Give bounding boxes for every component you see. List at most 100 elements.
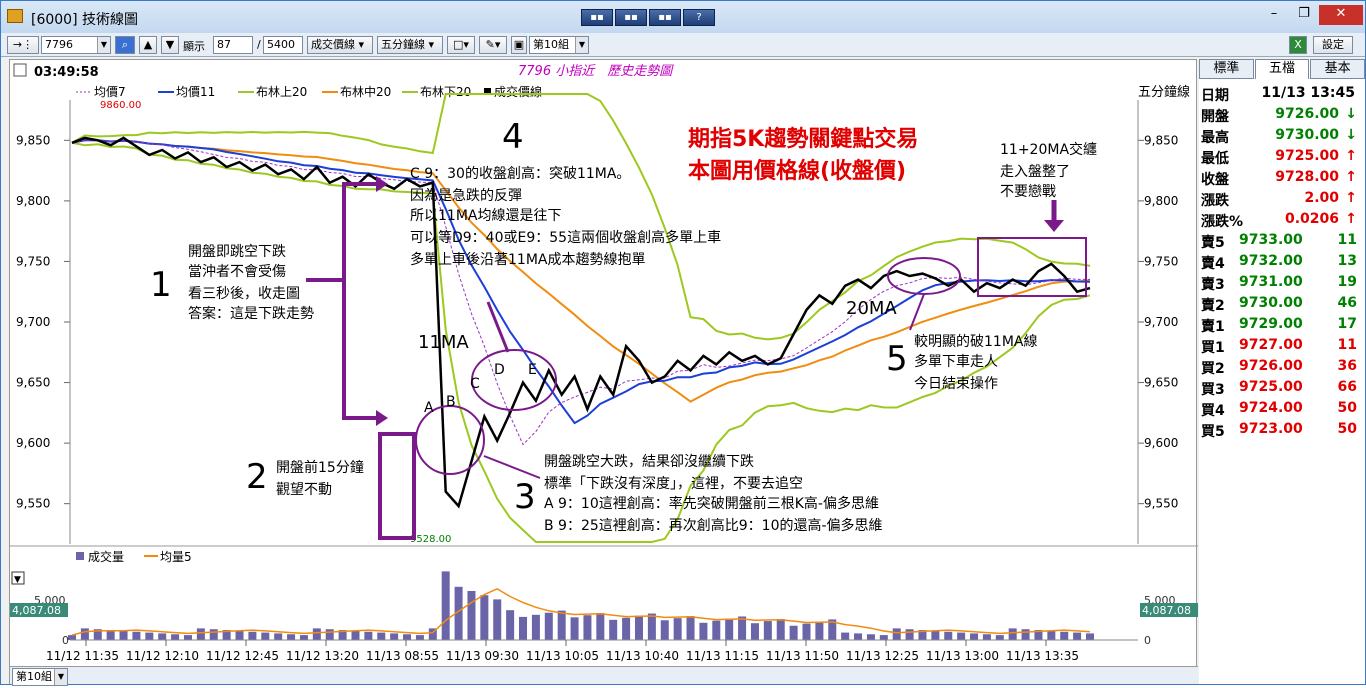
annotation-4-line-3: 所以11MA均線還是往下 <box>410 208 561 224</box>
tab-five-levels[interactable]: 五檔 <box>1254 59 1310 79</box>
order-book-row[interactable]: 賣1 9729.00 17 <box>1201 314 1361 335</box>
series-boll-upper <box>71 93 1091 341</box>
search-icon[interactable]: ⌕ <box>115 36 135 54</box>
excel-icon[interactable]: X <box>1289 36 1307 54</box>
down-arrow-icon[interactable]: ▼ <box>161 36 179 54</box>
arrow-icon: ↓ <box>1345 106 1357 122</box>
maximize-icon[interactable]: ❐ <box>1289 5 1319 25</box>
arrow-icon: ↑ <box>1345 211 1357 227</box>
book-price: 9732.00 <box>1239 253 1303 269</box>
layout-button-3[interactable]: ▪▪ <box>649 9 681 26</box>
save-icon[interactable]: ▣ <box>511 36 527 54</box>
tab-standard[interactable]: 標準 <box>1199 59 1254 79</box>
order-book-row[interactable]: 買2 9726.00 36 <box>1201 356 1361 377</box>
tab-basic[interactable]: 基本 <box>1310 59 1366 79</box>
volume-bar <box>686 616 695 640</box>
legend-ma7: 均價7 <box>94 85 126 99</box>
quote-value: 0.0206 <box>1284 211 1339 227</box>
period-label: 五分鐘線 <box>1138 84 1190 100</box>
order-book-row[interactable]: 賣2 9730.00 46 <box>1201 293 1361 314</box>
display-from-input[interactable]: 87 <box>213 36 253 54</box>
y-tick-label: 9,600 <box>1144 436 1178 450</box>
pen-tool-icon[interactable]: ✎▾ <box>479 36 507 54</box>
annotation-number-1: 1 <box>150 265 172 305</box>
layout-button-1[interactable]: ▪▪ <box>581 9 613 26</box>
chevron-down-icon: ▼ <box>575 37 588 53</box>
y-tick-label: 9,550 <box>16 497 50 511</box>
book-qty: 36 <box>1337 358 1357 374</box>
link-arrow-icon[interactable]: →⋮ <box>7 36 39 54</box>
arrow-icon: ↓ <box>1345 127 1357 143</box>
quote-table: 日期 11/13 13:45 開盤 9726.00 ↓ 最高 9730.00 ↓ 最低 972… <box>1201 83 1361 440</box>
ma20-label: 20MA <box>846 298 897 319</box>
annotation-letter-c: C <box>470 376 480 392</box>
volume-bar <box>235 630 244 640</box>
y-tick-label: 9,750 <box>16 254 50 268</box>
chart-type-select[interactable]: 成交價線 ▾ <box>307 36 373 54</box>
order-book-row[interactable]: 賣3 9731.00 19 <box>1201 272 1361 293</box>
volume-bar <box>403 634 412 640</box>
volume-bar <box>145 632 154 640</box>
order-book-row[interactable]: 買4 9724.00 50 <box>1201 398 1361 419</box>
chart-panel[interactable]: 03:49:58 7796 小指近 歷史走勢圖 均價7 均價11 布林上20 布… <box>9 59 1198 686</box>
settings-button[interactable]: 設定 <box>1313 36 1353 54</box>
volume-bar <box>1021 629 1030 640</box>
quote-row: 漲跌 2.00 ↑ <box>1201 188 1361 209</box>
headline-line-2: 本圖用價格線(收盤價) <box>688 158 906 184</box>
annotation-2-line-1: 開盤前15分鐘 <box>276 459 364 476</box>
chart-canvas[interactable]: 03:49:58 7796 小指近 歷史走勢圖 均價7 均價11 布林上20 布… <box>10 60 1198 685</box>
annotation-letter-e: E <box>528 362 537 378</box>
order-book-row[interactable]: 賣5 9733.00 11 <box>1201 230 1361 251</box>
volume-bar <box>506 610 515 640</box>
symbol-select[interactable]: 7796 ▼ <box>41 36 111 54</box>
date-row: 日期 11/13 13:45 <box>1201 83 1361 104</box>
order-book-row[interactable]: 賣4 9732.00 13 <box>1201 251 1361 272</box>
shape-tool-icon[interactable]: □▾ <box>447 36 475 54</box>
up-arrow-icon[interactable]: ▲ <box>139 36 157 54</box>
symbol-value: 7796 <box>45 38 73 51</box>
minimize-icon[interactable]: – <box>1259 5 1289 25</box>
volume-bar <box>183 635 192 640</box>
volume-bar <box>1008 628 1017 640</box>
book-price: 9727.00 <box>1239 337 1303 353</box>
volume-bar <box>1060 631 1069 640</box>
quote-label: 收盤 <box>1201 172 1229 188</box>
volume-bar <box>789 625 798 640</box>
date-value: 11/13 13:45 <box>1261 85 1355 101</box>
arrow-icon: ↑ <box>1345 190 1357 206</box>
book-price: 9726.00 <box>1239 358 1303 374</box>
order-book-row[interactable]: 買1 9727.00 11 <box>1201 335 1361 356</box>
y-tick-label: 9,750 <box>1144 254 1178 268</box>
volume-bar <box>196 628 205 640</box>
x-tick-label: 11/13 12:25 <box>846 649 919 663</box>
layout-button-2[interactable]: ▪▪ <box>615 9 647 26</box>
volume-bar <box>106 630 115 640</box>
book-price: 9733.00 <box>1239 232 1303 248</box>
volume-bar <box>119 630 128 640</box>
x-tick-label: 11/13 11:50 <box>766 649 839 663</box>
legend-volume: 成交量 <box>88 549 124 564</box>
date-label: 日期 <box>1201 88 1229 104</box>
order-book-row[interactable]: 買3 9725.00 66 <box>1201 377 1361 398</box>
volume-bar <box>622 617 631 640</box>
y-tick-label: 9,600 <box>16 436 50 450</box>
group-value: 第10組 <box>533 38 569 51</box>
volume-bar <box>802 623 811 640</box>
app-window: [6000] 技術線圖 ▪▪ ▪▪ ▪▪ ? – ❐ ✕ →⋮ 7796 ▼ ⌕ … <box>0 0 1366 686</box>
order-book-row[interactable]: 買5 9723.00 50 <box>1201 419 1361 440</box>
bottom-group-select[interactable]: 第10組 ▼ <box>12 668 68 686</box>
period-select[interactable]: 五分鐘線 ▾ <box>377 36 443 54</box>
help-button[interactable]: ? <box>683 9 715 26</box>
volume-bar <box>905 629 914 640</box>
quote-label: 漲跌 <box>1201 193 1229 209</box>
annotation-3-line-2: 標準「下跌沒有深度」，這裡，不要去追空 <box>544 475 803 492</box>
toolbar: →⋮ 7796 ▼ ⌕ ▲ ▼ 顯示 87 / 5400 成交價線 ▾ 五分鐘線 … <box>1 33 1365 57</box>
group-select[interactable]: 第10組 ▼ <box>529 36 589 54</box>
book-label: 賣3 <box>1201 277 1225 293</box>
volume-bar <box>467 591 476 640</box>
legend-price: 成交價線 <box>494 84 542 99</box>
book-qty: 46 <box>1337 295 1357 311</box>
volume-bar <box>725 618 734 640</box>
close-icon[interactable]: ✕ <box>1319 5 1363 25</box>
display-to-input[interactable]: 5400 <box>263 36 303 54</box>
